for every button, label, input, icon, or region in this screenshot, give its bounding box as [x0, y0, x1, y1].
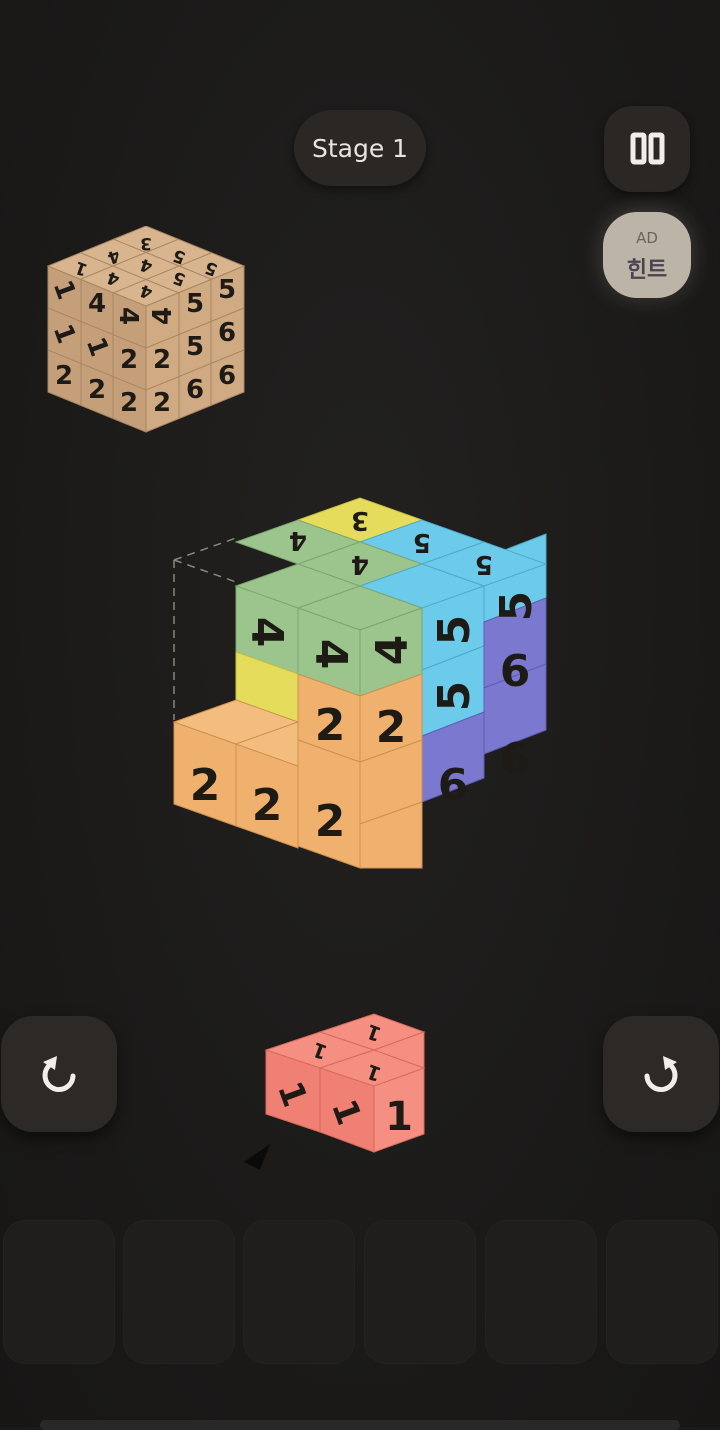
- target-left-digit: 2: [55, 361, 73, 391]
- target-left-digit: 2: [120, 388, 138, 418]
- board-right-digit: 5: [491, 591, 542, 622]
- rotate-clockwise-icon: [644, 1056, 678, 1092]
- tray-slot[interactable]: [364, 1220, 476, 1364]
- target-cube: 1 4 4 1 1 2 2 2 2 4 5 5 2 5 6 2 6 6 3 4 …: [46, 226, 246, 433]
- tray-slot[interactable]: [3, 1220, 115, 1364]
- target-left-digit: 2: [88, 375, 106, 405]
- board-left-digit: 2: [190, 760, 221, 811]
- target-right-digit: 4: [148, 307, 178, 325]
- board-left-digit: 4: [241, 617, 292, 648]
- tray-slot[interactable]: [123, 1220, 235, 1364]
- board-top-digit: 4: [289, 525, 307, 555]
- target-right-digit: 5: [186, 289, 204, 319]
- piece-digit: 1: [385, 1094, 413, 1140]
- board-right-digit: 4: [367, 635, 418, 666]
- current-piece[interactable]: 1 1 1 1 1 1: [250, 1006, 440, 1176]
- target-left-digit: 4: [113, 307, 143, 325]
- board-left-digit: 2: [252, 780, 283, 831]
- board-top-digit: 3: [351, 505, 369, 535]
- board-right-digit: 2: [376, 702, 407, 753]
- rotate-right-button[interactable]: [603, 1016, 719, 1132]
- target-top-digit: 3: [140, 233, 152, 253]
- stage-label: Stage 1: [294, 110, 426, 186]
- drag-pointer-icon: [244, 1144, 270, 1170]
- board-top-digit: 5: [413, 527, 431, 557]
- tray-slot[interactable]: [243, 1220, 355, 1364]
- board-left-digit: 4: [305, 639, 356, 670]
- pause-icon: [630, 132, 665, 165]
- board-left-digit: 2: [315, 796, 346, 847]
- board-top-digit: 5: [475, 549, 493, 579]
- target-left-digit: 4: [88, 289, 106, 319]
- board-right-digit: 5: [429, 681, 480, 712]
- rotate-counterclockwise-icon: [42, 1056, 76, 1092]
- bottom-bar: [40, 1420, 680, 1430]
- board-right-digit: 6: [500, 734, 531, 785]
- empty-slot-outline: [173, 537, 237, 720]
- target-right-digit: 5: [186, 332, 204, 362]
- target-right-digit: 2: [153, 388, 171, 418]
- target-right-digit: 6: [186, 375, 204, 405]
- target-right-digit: 6: [218, 318, 236, 348]
- tray-slot[interactable]: [485, 1220, 597, 1364]
- target-right-digit: 6: [218, 361, 236, 391]
- target-left-digit: 2: [120, 345, 138, 375]
- target-right-digit: 5: [218, 275, 236, 305]
- board-right-digit: 6: [438, 760, 469, 811]
- tray-slot[interactable]: [606, 1220, 718, 1364]
- pause-button[interactable]: [604, 106, 690, 192]
- target-cube-preview: 1 4 4 1 1 2 2 2 2 4 5 5 2 5 6 2 6 6 3 4 …: [46, 226, 246, 433]
- board-right-digit: 6: [500, 646, 531, 697]
- hint-label: 힌트: [626, 258, 668, 283]
- board-top-digit: 4: [351, 549, 369, 579]
- board-right-digit: 5: [429, 615, 480, 646]
- target-right-digit: 2: [153, 345, 171, 375]
- board-left-digit: 2: [315, 700, 346, 751]
- hint-button[interactable]: AD 힌트: [603, 212, 691, 298]
- rotate-left-button[interactable]: [1, 1016, 117, 1132]
- puzzle-board[interactable]: 4 3 4 5 5 4 4 2 2 2 2 4 5 5 5 6 2 6 6: [160, 490, 560, 880]
- ad-badge: AD: [636, 229, 658, 247]
